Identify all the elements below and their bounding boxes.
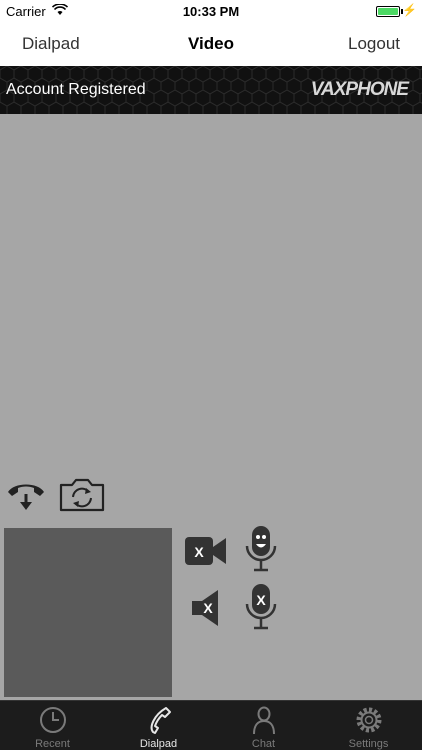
tab-settings-label: Settings: [348, 738, 389, 750]
local-video-preview: [4, 528, 172, 697]
gear-icon: [356, 707, 382, 733]
camera-switch-icon[interactable]: [58, 477, 106, 513]
battery-icon: [376, 6, 400, 17]
tab-recent-label: Recent: [35, 738, 70, 750]
clock-icon: [40, 707, 66, 733]
tab-dialpad-label: Dialpad: [139, 738, 178, 750]
tab-dialpad[interactable]: Dialpad: [106, 701, 211, 751]
vaxphone-logo: VAXPHONE: [310, 79, 409, 100]
video-area: X X X: [0, 114, 422, 700]
microphone-icon[interactable]: [243, 524, 279, 574]
phone-icon: [150, 707, 171, 734]
charging-icon: ⚡: [402, 3, 417, 17]
logout-button[interactable]: Logout: [348, 34, 400, 54]
hang-up-icon[interactable]: [4, 478, 48, 514]
tab-settings[interactable]: Settings: [316, 701, 421, 751]
svg-text:X: X: [194, 544, 204, 560]
speaker-mute-icon[interactable]: X: [190, 588, 222, 628]
navigation-bar: Dialpad Video Logout: [0, 22, 422, 66]
tab-recent[interactable]: Recent: [0, 701, 105, 751]
dialpad-back-button[interactable]: Dialpad: [22, 34, 80, 54]
microphone-mute-icon[interactable]: X: [243, 582, 279, 632]
person-icon: [253, 706, 275, 735]
svg-text:X: X: [203, 600, 213, 616]
status-bar: Carrier 10:33 PM ⚡: [0, 0, 422, 22]
tab-chat-label: Chat: [251, 738, 276, 750]
clock-time: 10:33 PM: [182, 4, 240, 19]
tab-bar: Recent Dialpad Chat Settings: [0, 700, 422, 750]
account-banner: Account Registered VAXPHONE: [0, 66, 422, 114]
video-off-icon[interactable]: X: [184, 534, 228, 568]
svg-text:X: X: [256, 592, 266, 608]
tab-chat[interactable]: Chat: [211, 701, 316, 751]
account-status-text: Account Registered: [6, 81, 146, 98]
